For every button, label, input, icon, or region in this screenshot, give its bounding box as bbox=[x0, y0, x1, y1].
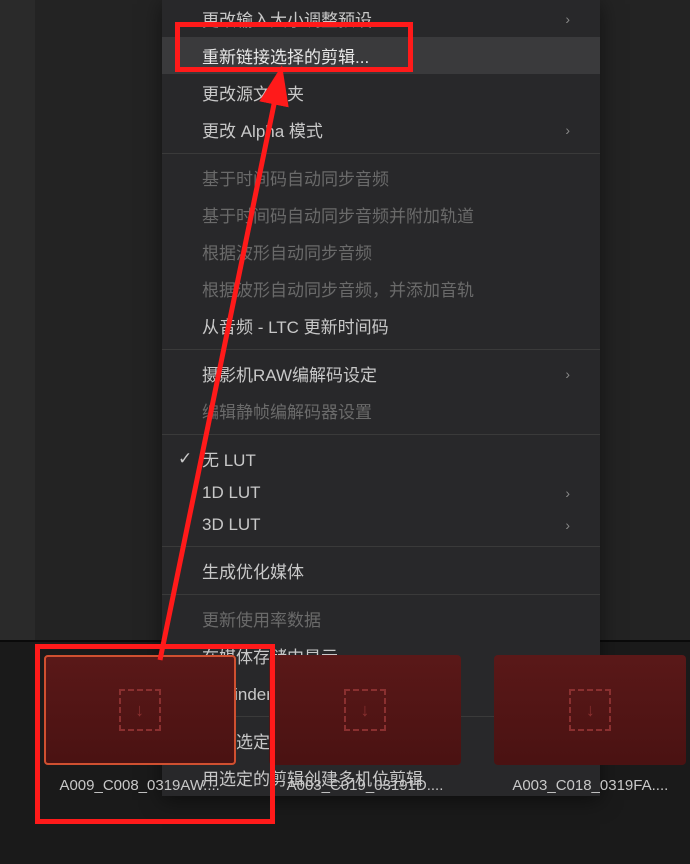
menu-item[interactable]: ✓ 无 LUT bbox=[162, 440, 600, 477]
media-clip-thumbnail[interactable] bbox=[269, 655, 461, 765]
menu-item: 基于时间码自动同步音频 bbox=[162, 159, 600, 196]
menu-item[interactable]: 重新链接选择的剪辑... bbox=[162, 37, 600, 74]
media-clip-item[interactable]: A003_C018_0319FA.... bbox=[491, 655, 690, 794]
menu-item-label: 根据波形自动同步音频 bbox=[202, 239, 372, 264]
checkmark-icon: ✓ bbox=[178, 449, 192, 469]
menu-item-label: 基于时间码自动同步音频 bbox=[202, 165, 389, 190]
thumbnails-area: A009_C008_0319AW.... A003_C019_03191D....… bbox=[40, 655, 690, 794]
media-clip-item[interactable]: A009_C008_0319AW.... bbox=[40, 655, 239, 794]
menu-item-label: 重新链接选择的剪辑... bbox=[202, 43, 369, 68]
menu-divider bbox=[162, 546, 600, 547]
menu-item-label: 更改输入大小调整预设 bbox=[202, 6, 372, 31]
chevron-right-icon: › bbox=[565, 122, 570, 138]
media-clip-thumbnail[interactable] bbox=[44, 655, 236, 765]
menu-item-label: 无 LUT bbox=[202, 446, 256, 471]
menu-item[interactable]: 更改 Alpha 模式 › bbox=[162, 111, 600, 148]
menu-item-label: 更改 Alpha 模式 bbox=[202, 117, 323, 142]
offline-media-icon bbox=[119, 689, 161, 731]
menu-item-label: 更新使用率数据 bbox=[202, 606, 321, 631]
menu-item: 根据波形自动同步音频 bbox=[162, 233, 600, 270]
menu-item-label: 基于时间码自动同步音频并附加轨道 bbox=[202, 202, 474, 227]
menu-item: 更新使用率数据 bbox=[162, 600, 600, 637]
media-clip-label: A003_C018_0319FA.... bbox=[491, 777, 690, 794]
menu-item-label: 从音频 - LTC 更新时间码 bbox=[202, 313, 389, 338]
menu-item-label: 根据波形自动同步音频，并添加音轨 bbox=[202, 276, 474, 301]
offline-media-icon bbox=[569, 689, 611, 731]
menu-item[interactable]: 1D LUT › bbox=[162, 477, 600, 509]
menu-item-label: 3D LUT bbox=[202, 515, 261, 535]
sidebar-stripe bbox=[0, 0, 35, 640]
menu-divider bbox=[162, 153, 600, 154]
menu-item-label: 生成优化媒体 bbox=[202, 558, 304, 583]
menu-divider bbox=[162, 594, 600, 595]
chevron-right-icon: › bbox=[565, 11, 570, 27]
menu-item-label: 1D LUT bbox=[202, 483, 261, 503]
media-clip-label: A003_C019_03191D.... bbox=[265, 777, 464, 794]
menu-item: 基于时间码自动同步音频并附加轨道 bbox=[162, 196, 600, 233]
offline-media-icon bbox=[344, 689, 386, 731]
menu-item[interactable]: 生成优化媒体 bbox=[162, 552, 600, 589]
menu-item-label: 编辑静帧编解码器设置 bbox=[202, 398, 372, 423]
menu-item[interactable]: 摄影机RAW编解码设定 › bbox=[162, 355, 600, 392]
menu-item[interactable]: 更改输入大小调整预设 › bbox=[162, 0, 600, 37]
menu-divider bbox=[162, 434, 600, 435]
chevron-right-icon: › bbox=[565, 517, 570, 533]
menu-item: 编辑静帧编解码器设置 bbox=[162, 392, 600, 429]
media-clip-item[interactable]: A003_C019_03191D.... bbox=[265, 655, 464, 794]
chevron-right-icon: › bbox=[565, 366, 570, 382]
menu-item-label: 更改源文件夹 bbox=[202, 80, 304, 105]
menu-item[interactable]: 3D LUT › bbox=[162, 509, 600, 541]
media-clip-label: A009_C008_0319AW.... bbox=[40, 777, 239, 794]
media-clip-thumbnail[interactable] bbox=[494, 655, 686, 765]
menu-item[interactable]: 更改源文件夹 bbox=[162, 74, 600, 111]
menu-item: 根据波形自动同步音频，并添加音轨 bbox=[162, 270, 600, 307]
menu-item[interactable]: 从音频 - LTC 更新时间码 bbox=[162, 307, 600, 344]
menu-item-label: 摄影机RAW编解码设定 bbox=[202, 361, 377, 386]
chevron-right-icon: › bbox=[565, 485, 570, 501]
menu-divider bbox=[162, 349, 600, 350]
